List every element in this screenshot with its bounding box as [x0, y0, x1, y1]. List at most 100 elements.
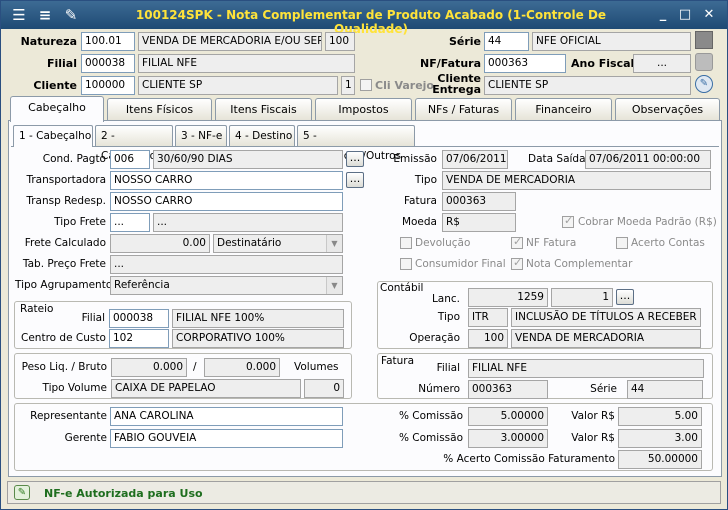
valor1-field: 5.00	[618, 407, 702, 426]
natureza-code-field[interactable]: 100.01	[81, 32, 135, 51]
cloud-icon[interactable]	[695, 53, 713, 71]
tab-nfs-faturas[interactable]: NFs / Faturas	[415, 98, 512, 120]
fatura-numero-field: 000363	[468, 380, 548, 399]
cliente-code-field[interactable]: 100000	[81, 76, 135, 95]
ano-fiscal-field[interactable]: ...	[633, 54, 691, 73]
subtab-4-destino[interactable]: 4 - Destino	[229, 125, 295, 146]
centro-custo-label: Centro de Custo	[21, 332, 106, 344]
cliente-label: Cliente	[33, 79, 77, 92]
subtab-1-cabecalho[interactable]: 1 - Cabeçalho	[13, 125, 93, 147]
acerto-comissao-label: % Acerto Comissão Faturamento	[443, 453, 615, 465]
nota-complementar-label: Nota Complementar	[526, 258, 633, 270]
emissao-label: Emissão	[393, 153, 437, 165]
tipo-volume-field: CAIXA DE PAPELAO	[111, 379, 301, 398]
subtab-3-nfe[interactable]: 3 - NF-e	[175, 125, 227, 146]
contabil-tipo-code-field: ITR	[468, 308, 508, 327]
data-saida-field: 07/06/2011 00:00:00	[585, 150, 711, 169]
fatura-serie-label: Série	[590, 383, 617, 395]
lanc-field: 1259	[468, 288, 548, 307]
tipo-frete-label: Tipo Frete	[54, 216, 106, 228]
tipo-volume-label: Tipo Volume	[42, 382, 108, 394]
nota-complementar-checkbox[interactable]	[511, 256, 523, 270]
fatura-filial-field: FILIAL NFE	[468, 359, 704, 378]
cond-pagto-desc-field: 30/60/90 DIAS	[153, 150, 343, 169]
representante-label: Representante	[30, 410, 107, 422]
cliente-desc-field: CLIENTE SP	[138, 76, 338, 95]
acerto-contas-checkbox[interactable]	[616, 237, 628, 249]
moeda-label: Moeda	[401, 216, 437, 228]
transportadora-lookup-button[interactable]: ...	[346, 172, 364, 188]
rateio-filial-code-field[interactable]: 000038	[109, 309, 169, 328]
emissao-field: 07/06/2011	[442, 150, 508, 169]
frete-dest-value: Destinatário	[217, 237, 282, 249]
subtab-2-cabecalho[interactable]: 2 - Cabeçalho	[95, 125, 173, 162]
cond-pagto-code-field[interactable]: 006	[110, 150, 150, 169]
close-button[interactable]: ✕	[699, 7, 719, 24]
transp-redesp-field[interactable]: NOSSO CARRO	[110, 192, 343, 211]
status-text: NF-e Autorizada para Uso	[44, 487, 203, 500]
tipo-agrupamento-label: Tipo Agrupamento	[15, 279, 113, 291]
filial-desc-field: FILIAL NFE	[138, 54, 355, 73]
tipo-agrupamento-select[interactable]: Referência ▼	[110, 276, 343, 295]
frete-dest-select[interactable]: Destinatário ▼	[213, 234, 343, 253]
tab-itens-fiscais[interactable]: Itens Fiscais	[215, 98, 312, 120]
serie-code-field[interactable]: 44	[484, 32, 529, 51]
nfe-authorized-icon: ✎	[14, 485, 30, 500]
valor2-label: Valor R$	[571, 432, 615, 444]
comissao1-field: 5.00000	[468, 407, 548, 426]
subtab-5-exportacao[interactable]: 5 - Exportação/Outros	[297, 125, 415, 162]
nf-fatura-chk-label: NF Fatura	[526, 237, 577, 249]
lanc-label: Lanc.	[431, 293, 460, 305]
lanc-lookup-button[interactable]: ...	[616, 289, 634, 305]
color-swatch[interactable]	[695, 31, 713, 49]
maximize-button[interactable]: □	[675, 7, 695, 24]
cliente-entrega-label-line2: Entrega	[432, 83, 481, 96]
cobrar-moeda-checkbox[interactable]	[562, 214, 574, 228]
transp-redesp-label: Transp Redesp.	[26, 195, 106, 207]
centro-custo-code-field[interactable]: 102	[109, 329, 169, 348]
cond-pagto-label: Cond. Pagto	[42, 153, 106, 165]
chevron-down-icon: ▼	[326, 235, 342, 252]
tab-impostos[interactable]: Impostos	[315, 98, 412, 120]
moeda-field: R$	[442, 213, 516, 232]
gerente-label: Gerente	[64, 432, 107, 444]
gerente-field[interactable]: FABIO GOUVEIA	[110, 429, 343, 448]
tab-financeiro[interactable]: Financeiro	[515, 98, 612, 120]
peso-bruto-field: 0.000	[204, 358, 280, 377]
cliente-num-field: 1	[341, 76, 355, 95]
cli-varejo-checkbox[interactable]	[360, 79, 372, 91]
main-window: ☰ ≡ ✎ 100124SPK - Nota Complementar de P…	[0, 0, 728, 510]
rateio-filial-label: Filial	[81, 312, 105, 324]
natureza-num-field: 100	[325, 32, 355, 51]
representante-field[interactable]: ANA CAROLINA	[110, 407, 343, 426]
nf-fatura-checkbox[interactable]	[511, 235, 523, 249]
traffic-light-icon[interactable]: ≡	[35, 6, 55, 24]
pen-icon[interactable]: ✎	[695, 75, 713, 93]
serie-label: Série	[448, 35, 481, 48]
acerto-comissao-field: 50.00000	[618, 450, 702, 469]
devolucao-checkbox[interactable]	[400, 237, 412, 249]
tab-observacoes[interactable]: Observações	[615, 98, 720, 120]
natureza-label: Natureza	[20, 35, 77, 48]
filial-label: Filial	[46, 57, 77, 70]
filial-code-field[interactable]: 000038	[81, 54, 135, 73]
tipo-agrupamento-value: Referência	[114, 279, 170, 291]
tab-itens-fisicos[interactable]: Itens Físicos	[107, 98, 212, 120]
consumidor-final-checkbox[interactable]	[400, 258, 412, 270]
list-icon[interactable]: ☰	[9, 6, 29, 24]
minimize-button[interactable]: _	[653, 7, 673, 24]
fatura-filial-label: Filial	[436, 362, 460, 374]
volumes-field: 0	[304, 379, 344, 398]
tab-cabecalho[interactable]: Cabeçalho	[10, 96, 104, 122]
peso-label: Peso Liq. / Bruto	[21, 361, 107, 373]
cond-pagto-lookup-button[interactable]: ...	[346, 151, 364, 167]
nf-fatura-field[interactable]: 000363	[484, 54, 566, 73]
transportadora-field[interactable]: NOSSO CARRO	[110, 171, 343, 190]
tipo-frete-code-field[interactable]: ...	[110, 213, 150, 232]
nf-fatura-label: NF/Fatura	[420, 57, 481, 70]
cobrar-moeda-label: Cobrar Moeda Padrão (R$)	[578, 216, 717, 228]
wrench-icon[interactable]: ✎	[61, 6, 81, 24]
comissao2-label: % Comissão	[398, 432, 463, 444]
valor2-field: 3.00	[618, 429, 702, 448]
centro-custo-desc-field: CORPORATIVO 100%	[172, 329, 344, 348]
